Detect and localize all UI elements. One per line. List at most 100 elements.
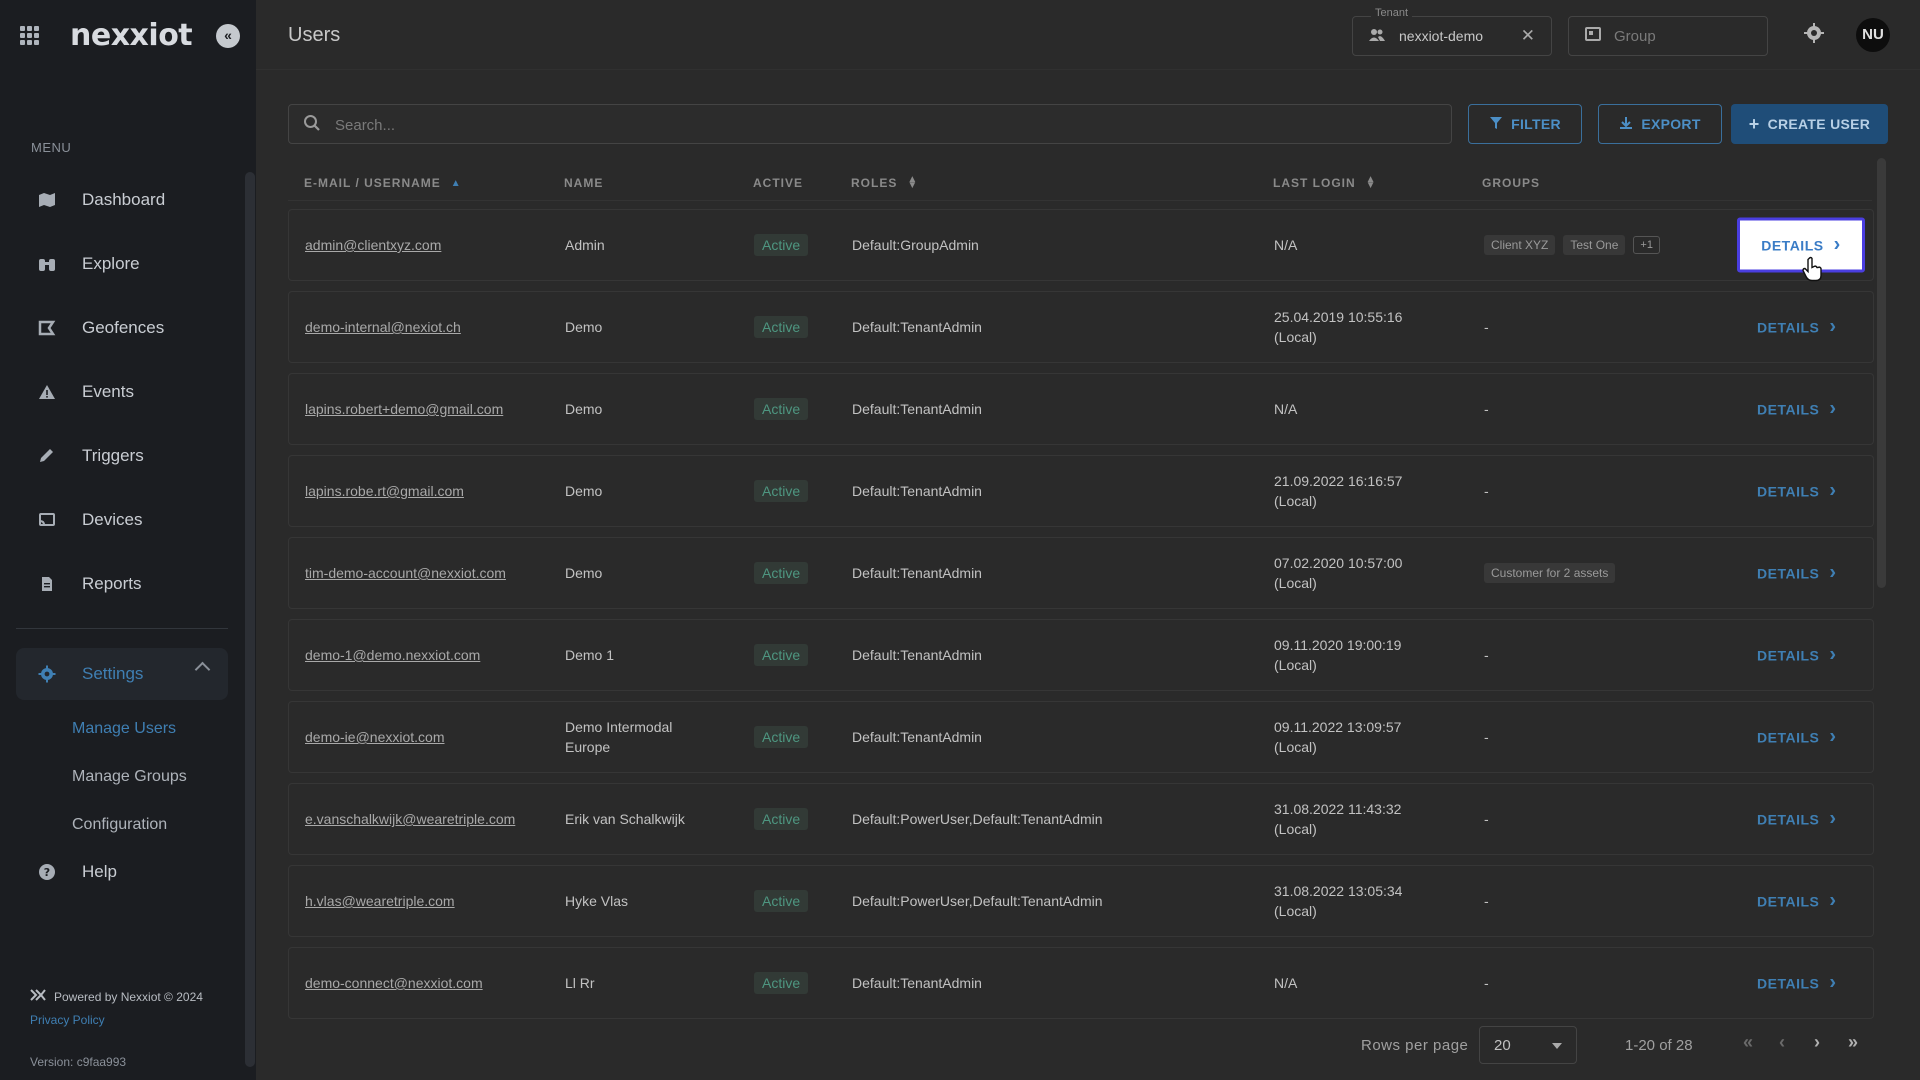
user-email-link[interactable]: tim-demo-account@nexxiot.com xyxy=(305,565,506,581)
details-button[interactable]: DETAILS › xyxy=(1757,316,1837,339)
sort-ascending-icon[interactable]: ▲ xyxy=(451,178,462,189)
table-row[interactable]: h.vlas@wearetriple.com Hyke Vlas Active Def… xyxy=(288,865,1874,937)
device-icon xyxy=(38,511,56,529)
details-button[interactable]: DETAILS › xyxy=(1757,972,1837,995)
page-title: Users xyxy=(288,24,341,46)
table-row[interactable]: tim-demo-account@nexxiot.com Demo Active De… xyxy=(288,537,1874,609)
rows-per-page-select[interactable]: 20 xyxy=(1479,1026,1577,1064)
user-email-link[interactable]: h.vlas@wearetriple.com xyxy=(305,893,455,909)
table-row[interactable]: demo-1@demo.nexxiot.com Demo 1 Active Defau… xyxy=(288,619,1874,691)
last-login: 09.11.2022 13:09:57 (Local) xyxy=(1274,719,1402,755)
avatar[interactable]: NU xyxy=(1856,18,1890,52)
details-button[interactable]: DETAILS › xyxy=(1757,398,1837,421)
details-label: DETAILS xyxy=(1757,893,1820,909)
sidebar-item-explore[interactable]: Explore xyxy=(16,240,228,288)
column-header-label: ACTIVE xyxy=(753,176,804,190)
apps-grid-icon[interactable] xyxy=(20,26,39,45)
user-email-link[interactable]: e.vanschalkwijk@wearetriple.com xyxy=(305,811,515,827)
status-badge: Active xyxy=(754,808,809,830)
filter-label: FILTER xyxy=(1511,116,1561,132)
first-page-icon[interactable]: « xyxy=(1743,1032,1753,1053)
menu-label: MENU xyxy=(31,140,72,155)
last-page-icon[interactable]: » xyxy=(1848,1032,1858,1053)
user-groups: Client XYZ Test One +1 xyxy=(1484,235,1660,255)
sidebar-scrollbar[interactable] xyxy=(245,172,255,1067)
table-row[interactable]: admin@clientxyz.com Admin Active Default:Gr… xyxy=(288,209,1874,282)
last-login: 07.02.2020 10:57:00 (Local) xyxy=(1274,555,1403,591)
details-button[interactable]: DETAILS › xyxy=(1757,808,1837,831)
group-tag: Test One xyxy=(1563,235,1626,255)
sidebar-item-help[interactable]: ? Help xyxy=(16,848,228,896)
sidebar-subitem-manage-users[interactable]: Manage Users xyxy=(72,720,176,738)
sidebar-item-triggers[interactable]: Triggers xyxy=(16,432,228,480)
sidebar-item-events[interactable]: Events xyxy=(16,368,228,416)
group-select[interactable]: Group xyxy=(1568,16,1768,56)
sidebar-subitem-configuration[interactable]: Configuration xyxy=(72,816,167,834)
user-groups: - xyxy=(1484,401,1489,417)
chevron-up-icon[interactable] xyxy=(194,661,211,678)
search-box[interactable] xyxy=(288,104,1452,144)
user-email-link[interactable]: demo-internal@nexiot.ch xyxy=(305,319,461,335)
sidebar-item-label: Triggers xyxy=(82,446,144,465)
sidebar-item-label: Dashboard xyxy=(82,190,166,209)
table-row[interactable]: demo-ie@nexxiot.com Demo Intermodal Europ… xyxy=(288,701,1874,773)
details-button[interactable]: DETAILS › xyxy=(1737,217,1865,282)
details-button[interactable]: DETAILS › xyxy=(1757,562,1837,585)
filter-icon xyxy=(1489,116,1503,133)
privacy-policy-link[interactable]: Privacy Policy xyxy=(30,1013,105,1027)
user-role: Default:TenantAdmin xyxy=(852,565,982,581)
search-input[interactable] xyxy=(335,113,1435,137)
details-button[interactable]: DETAILS › xyxy=(1757,644,1837,667)
sidebar-item-settings[interactable]: Settings xyxy=(16,648,228,700)
plus-icon: + xyxy=(1748,114,1760,134)
column-header-label: E-MAIL / USERNAME xyxy=(304,176,441,190)
details-button[interactable]: DETAILS › xyxy=(1757,890,1837,913)
sidebar-item-reports[interactable]: Reports xyxy=(16,560,228,608)
create-user-button[interactable]: + CREATE USER xyxy=(1731,104,1888,144)
table-row[interactable]: lapins.robe.rt@gmail.com Demo Active Defaul… xyxy=(288,455,1874,527)
user-email-link[interactable]: admin@clientxyz.com xyxy=(305,237,441,253)
user-email-link[interactable]: demo-1@demo.nexxiot.com xyxy=(305,647,480,663)
next-page-icon[interactable]: › xyxy=(1814,1032,1820,1053)
sort-icon[interactable]: ▲ ▼ xyxy=(907,175,918,191)
user-name: Demo 1 xyxy=(565,647,615,663)
tenant-select[interactable]: Tenant nexxiot-demo ✕ xyxy=(1352,7,1552,56)
details-label: DETAILS xyxy=(1757,811,1820,827)
column-header-last-login[interactable]: LAST LOGIN ▲ ▼ xyxy=(1273,175,1377,191)
sort-icon[interactable]: ▲ ▼ xyxy=(1366,175,1377,191)
details-button[interactable]: DETAILS › xyxy=(1757,480,1837,503)
more-groups-badge[interactable]: +1 xyxy=(1633,236,1660,254)
collapse-sidebar-button[interactable]: « xyxy=(216,24,240,48)
table-scrollbar[interactable] xyxy=(1877,158,1886,588)
sidebar-item-geofences[interactable]: Geofences xyxy=(16,304,228,352)
sidebar-subitem-manage-groups[interactable]: Manage Groups xyxy=(72,768,187,786)
user-email-link[interactable]: lapins.robe.rt@gmail.com xyxy=(305,483,464,499)
table-row[interactable]: demo-internal@nexiot.ch Demo Active Default… xyxy=(288,291,1874,363)
table-row[interactable]: e.vanschalkwijk@wearetriple.com Erik van … xyxy=(288,783,1874,855)
user-email-link[interactable]: demo-ie@nexxiot.com xyxy=(305,729,445,745)
group-icon xyxy=(1585,27,1601,44)
details-button[interactable]: DETAILS › xyxy=(1757,726,1837,749)
table-row[interactable]: lapins.robert+demo@gmail.com Demo Active De… xyxy=(288,373,1874,445)
column-header-active: ACTIVE xyxy=(753,176,803,190)
last-login: 31.08.2022 13:05:34 (Local) xyxy=(1274,883,1403,919)
sidebar-item-devices[interactable]: Devices xyxy=(16,496,228,544)
nexxiot-mark-icon xyxy=(30,989,46,1004)
sidebar-item-dashboard[interactable]: Dashboard xyxy=(16,176,228,224)
sidebar-item-label: Events xyxy=(82,382,134,401)
column-header-roles[interactable]: ROLES ▲ ▼ xyxy=(851,175,918,191)
column-header-email[interactable]: E-MAIL / USERNAME ▲ xyxy=(304,176,462,190)
previous-page-icon[interactable]: ‹ xyxy=(1779,1032,1785,1053)
settings-gear-icon[interactable] xyxy=(1803,22,1825,50)
gear-icon xyxy=(38,665,56,683)
export-button[interactable]: EXPORT xyxy=(1598,104,1722,144)
close-icon[interactable]: ✕ xyxy=(1521,26,1535,46)
pencil-icon xyxy=(38,447,56,465)
user-groups: - xyxy=(1484,647,1489,663)
user-email-link[interactable]: demo-connect@nexxiot.com xyxy=(305,975,483,991)
user-email-link[interactable]: lapins.robert+demo@gmail.com xyxy=(305,401,503,417)
table-row[interactable]: demo-connect@nexxiot.com Ll Rr Active Defau… xyxy=(288,947,1874,1019)
page-range: 1-20 of 28 xyxy=(1625,1037,1693,1054)
filter-button[interactable]: FILTER xyxy=(1468,104,1582,144)
column-header-label: ROLES xyxy=(851,176,898,190)
